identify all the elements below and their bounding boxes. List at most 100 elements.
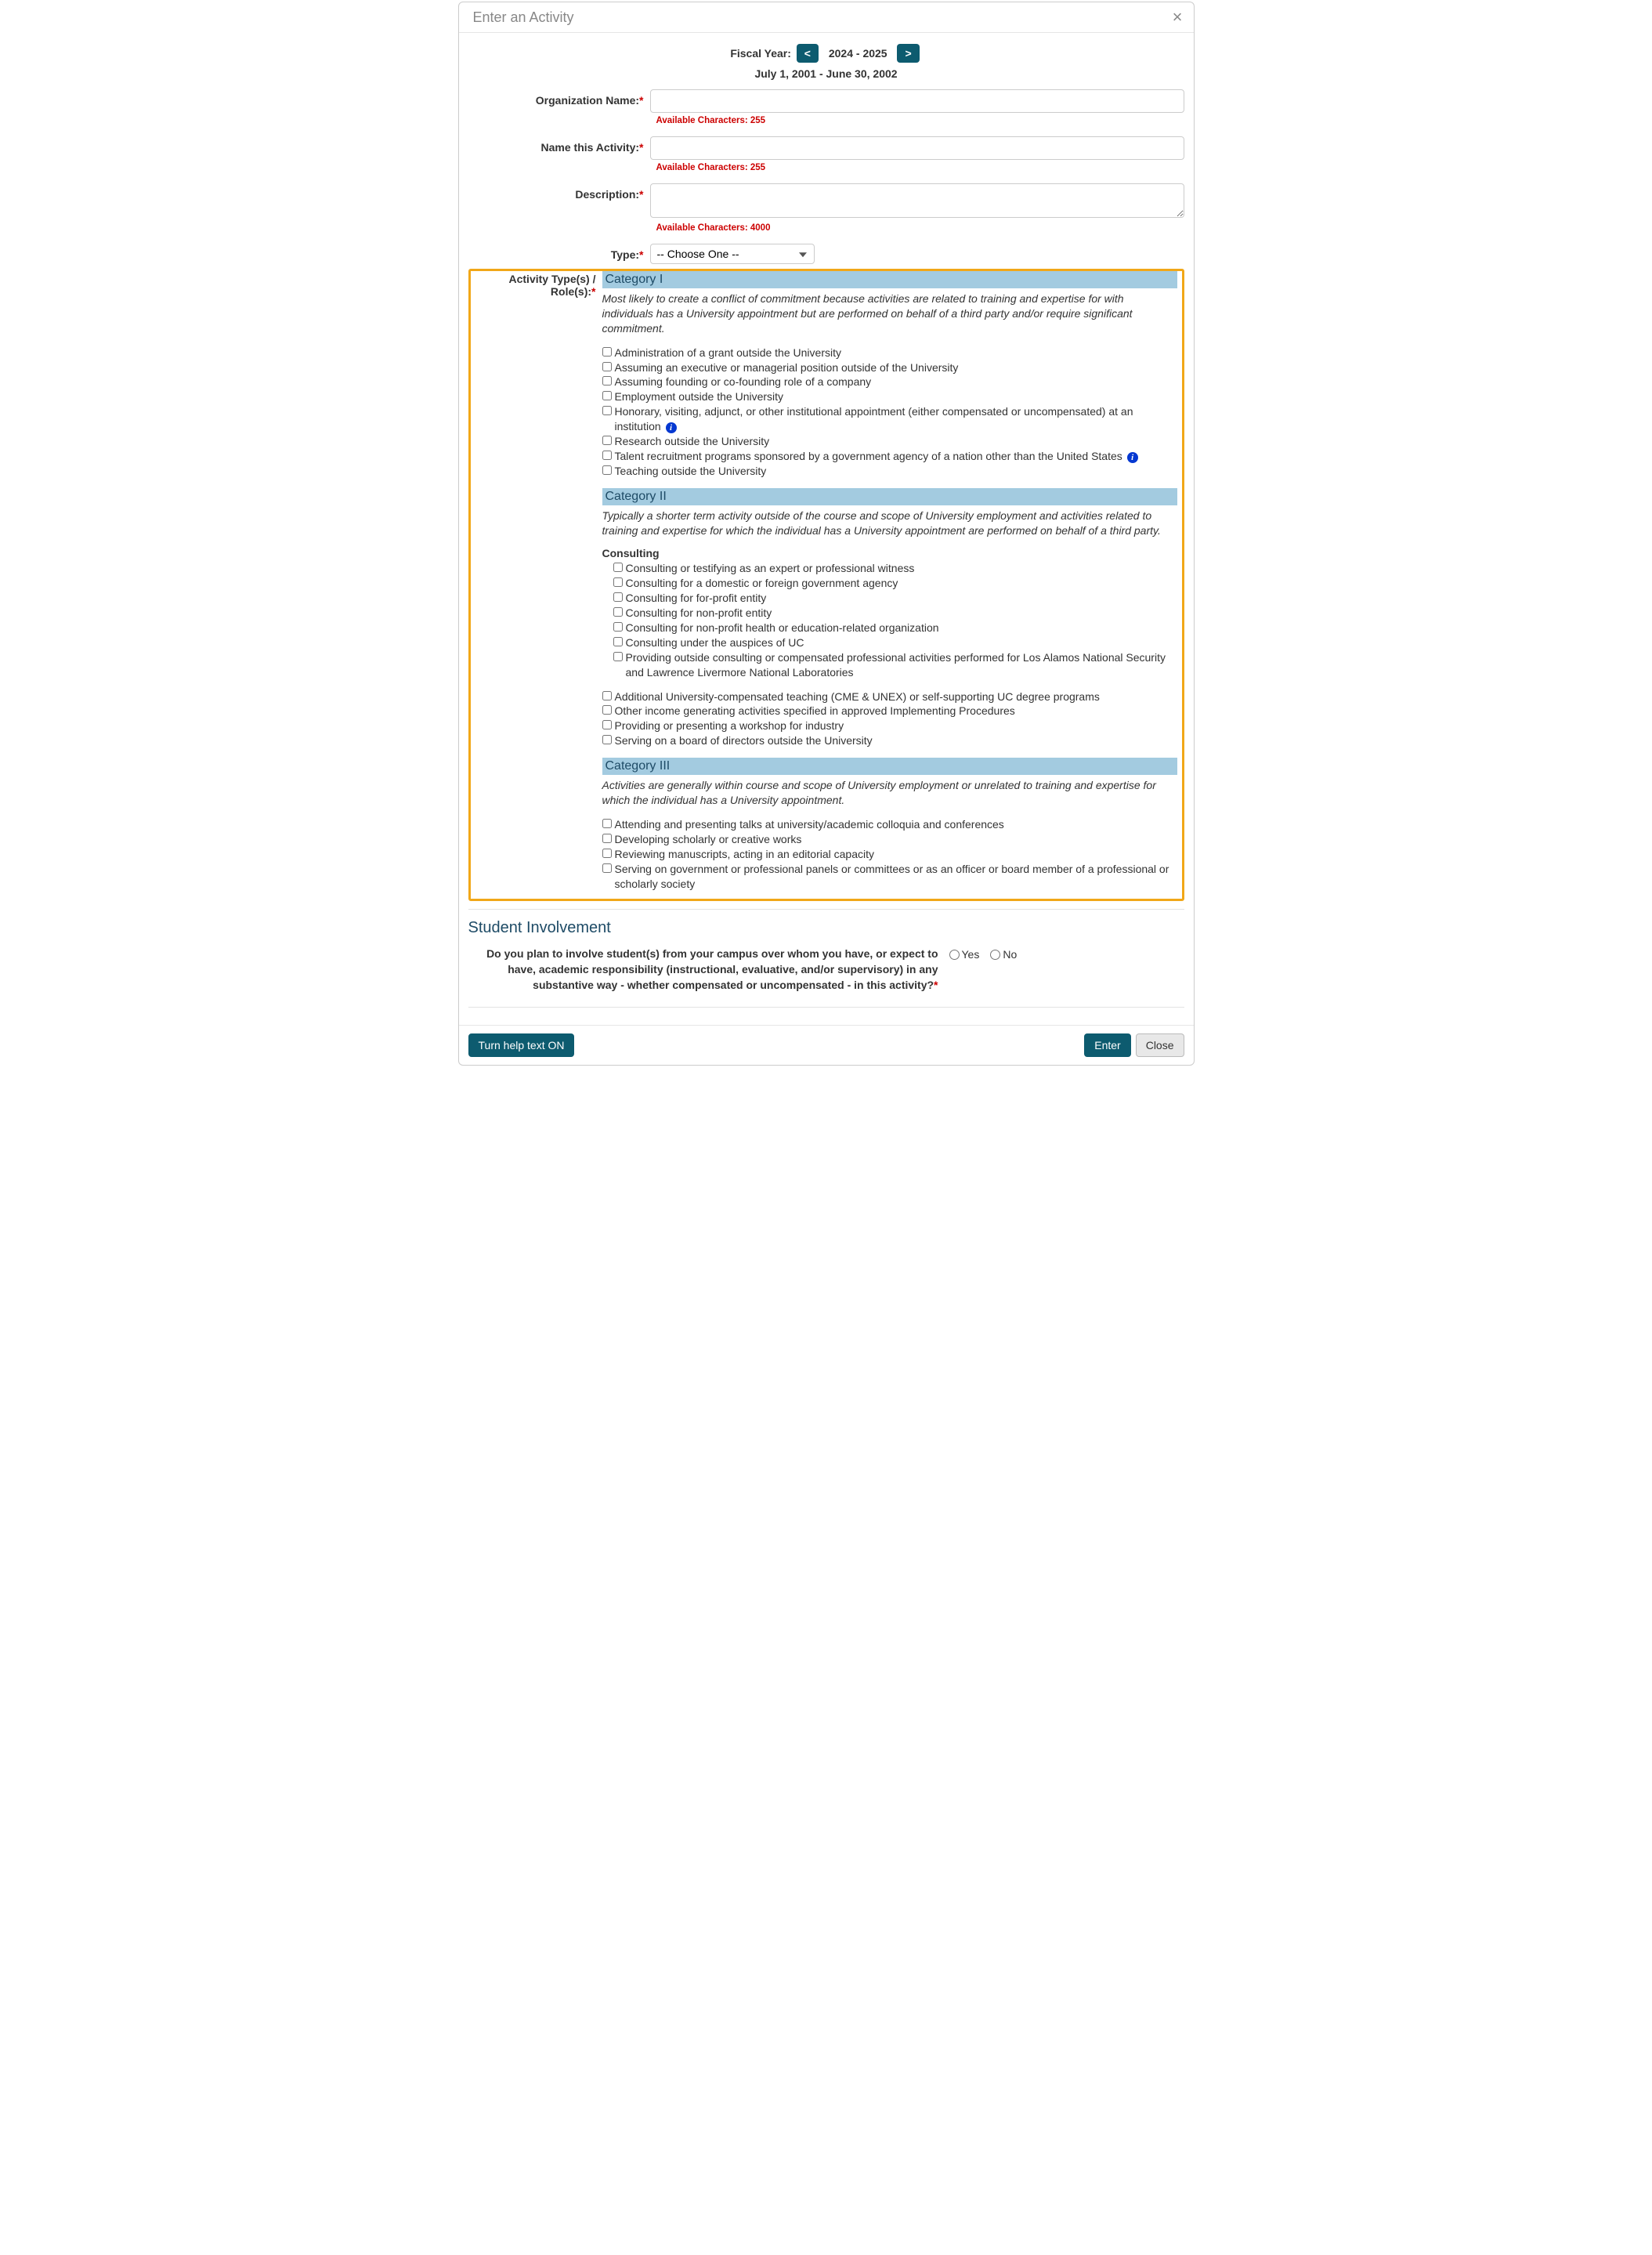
activity-type-checkbox[interactable] [602, 819, 612, 828]
activity-type-item: Consulting for for-profit entity [613, 591, 1177, 606]
org-name-charcount: Available Characters: 255 [656, 116, 1184, 125]
activity-types-label: Activity Type(s) / Role(s): [509, 273, 596, 298]
student-no-radio[interactable] [990, 950, 1000, 960]
activity-type-item: Employment outside the University [602, 389, 1177, 404]
activity-type-checkbox[interactable] [602, 465, 612, 475]
activity-type-item: Administration of a grant outside the Un… [602, 346, 1177, 360]
activity-type-item: Talent recruitment programs sponsored by… [602, 449, 1177, 464]
activity-type-label: Teaching outside the University [615, 464, 767, 479]
org-name-input[interactable] [650, 89, 1184, 113]
activity-type-checkbox[interactable] [602, 720, 612, 729]
activity-type-label: Consulting for non-profit health or educ… [626, 621, 939, 635]
activity-type-label: Consulting for non-profit entity [626, 606, 772, 621]
student-yes-label: Yes [962, 948, 980, 961]
activity-type-checkbox[interactable] [602, 451, 612, 460]
description-input[interactable] [650, 183, 1184, 218]
activity-type-item: Serving on a board of directors outside … [602, 733, 1177, 748]
activity-type-checkbox[interactable] [602, 406, 612, 415]
activity-type-checkbox[interactable] [613, 563, 623, 572]
required-mark: * [639, 188, 643, 201]
activity-type-label: Consulting or testifying as an expert or… [626, 561, 915, 576]
help-text-toggle-button[interactable]: Turn help text ON [468, 1033, 575, 1057]
activity-type-label: Developing scholarly or creative works [615, 832, 802, 847]
activity-type-checkbox[interactable] [613, 637, 623, 646]
category-3-list: Attending and presenting talks at univer… [602, 817, 1177, 891]
fiscal-year-label: Fiscal Year: [730, 47, 791, 60]
modal-title: Enter an Activity [473, 9, 574, 26]
activity-name-input[interactable] [650, 136, 1184, 160]
activity-type-label: Research outside the University [615, 434, 770, 449]
activity-type-checkbox[interactable] [613, 577, 623, 587]
activity-type-item: Providing or presenting a workshop for i… [602, 718, 1177, 733]
activity-type-checkbox[interactable] [602, 362, 612, 371]
student-no-option[interactable]: No [990, 948, 1017, 961]
close-button[interactable]: Close [1136, 1033, 1184, 1057]
activity-type-item: Providing outside consulting or compensa… [613, 650, 1177, 680]
modal-footer: Turn help text ON Enter Close [459, 1025, 1194, 1065]
activity-type-label: Attending and presenting talks at univer… [615, 817, 1004, 832]
activity-type-checkbox[interactable] [602, 376, 612, 385]
activity-type-checkbox[interactable] [613, 592, 623, 602]
org-name-row: Organization Name:* Available Characters… [468, 89, 1184, 133]
activity-type-label: Additional University-compensated teachi… [615, 690, 1100, 704]
activity-type-checkbox[interactable] [613, 622, 623, 632]
activity-type-item: Reviewing manuscripts, acting in an edit… [602, 847, 1177, 862]
activity-type-checkbox[interactable] [602, 849, 612, 858]
activity-type-checkbox[interactable] [602, 735, 612, 744]
activity-type-checkbox[interactable] [602, 347, 612, 357]
enter-button[interactable]: Enter [1084, 1033, 1130, 1057]
activity-types-highlight-box: Activity Type(s) / Role(s):* Category I … [468, 269, 1184, 901]
activity-type-label: Consulting under the auspices of UC [626, 635, 804, 650]
activity-type-checkbox[interactable] [602, 834, 612, 843]
fiscal-prev-button[interactable]: < [797, 44, 819, 63]
activity-name-label: Name this Activity: [541, 141, 640, 154]
date-range: July 1, 2001 - June 30, 2002 [468, 67, 1184, 80]
fiscal-year-range: 2024 - 2025 [829, 47, 887, 60]
activity-type-label: Serving on a board of directors outside … [615, 733, 873, 748]
enter-activity-modal: Enter an Activity × Fiscal Year: < 2024 … [458, 2, 1195, 1066]
required-mark: * [639, 94, 643, 107]
close-icon[interactable]: × [1173, 9, 1183, 26]
description-row: Description:* Available Characters: 4000 [468, 183, 1184, 241]
consulting-subheader: Consulting [602, 547, 1177, 559]
activity-type-checkbox[interactable] [613, 652, 623, 661]
activity-type-item: Honorary, visiting, adjunct, or other in… [602, 404, 1177, 434]
student-radio-group: Yes No [949, 947, 1018, 961]
activity-type-label: Honorary, visiting, adjunct, or other in… [615, 404, 1177, 434]
type-label: Type: [611, 248, 639, 261]
activity-type-item: Assuming an executive or managerial posi… [602, 360, 1177, 375]
activity-type-label: Providing or presenting a workshop for i… [615, 718, 844, 733]
fiscal-next-button[interactable]: > [897, 44, 919, 63]
type-select[interactable]: -- Choose One -- [650, 244, 815, 264]
activity-type-checkbox[interactable] [602, 436, 612, 445]
activity-type-label: Consulting for for-profit entity [626, 591, 767, 606]
activity-type-item: Consulting for non-profit health or educ… [613, 621, 1177, 635]
student-yes-radio[interactable] [949, 950, 960, 960]
activity-type-checkbox[interactable] [602, 863, 612, 873]
activity-type-item: Consulting or testifying as an expert or… [613, 561, 1177, 576]
activity-type-checkbox[interactable] [602, 705, 612, 715]
category-3-description: Activities are generally within course a… [602, 778, 1177, 808]
activity-type-item: Attending and presenting talks at univer… [602, 817, 1177, 832]
activity-type-item: Consulting for non-profit entity [613, 606, 1177, 621]
activity-type-label: Providing outside consulting or compensa… [626, 650, 1177, 680]
student-yes-option[interactable]: Yes [949, 948, 980, 961]
info-icon[interactable]: i [666, 422, 677, 433]
section-divider [468, 1007, 1184, 1008]
category-2-other-list: Additional University-compensated teachi… [602, 690, 1177, 749]
student-no-label: No [1003, 948, 1017, 961]
section-divider [468, 909, 1184, 910]
info-icon[interactable]: i [1127, 452, 1138, 463]
activity-type-checkbox[interactable] [602, 391, 612, 400]
activity-type-item: Other income generating activities speci… [602, 704, 1177, 718]
activity-type-checkbox[interactable] [613, 607, 623, 617]
activity-type-label: Consulting for a domestic or foreign gov… [626, 576, 898, 591]
activity-type-label: Other income generating activities speci… [615, 704, 1015, 718]
activity-name-charcount: Available Characters: 255 [656, 163, 1184, 172]
activity-type-item: Teaching outside the University [602, 464, 1177, 479]
activity-type-item: Serving on government or professional pa… [602, 862, 1177, 892]
category-1-header: Category I [602, 271, 1177, 288]
category-1-description: Most likely to create a conflict of comm… [602, 291, 1177, 336]
activity-type-item: Consulting under the auspices of UC [613, 635, 1177, 650]
activity-type-checkbox[interactable] [602, 691, 612, 700]
